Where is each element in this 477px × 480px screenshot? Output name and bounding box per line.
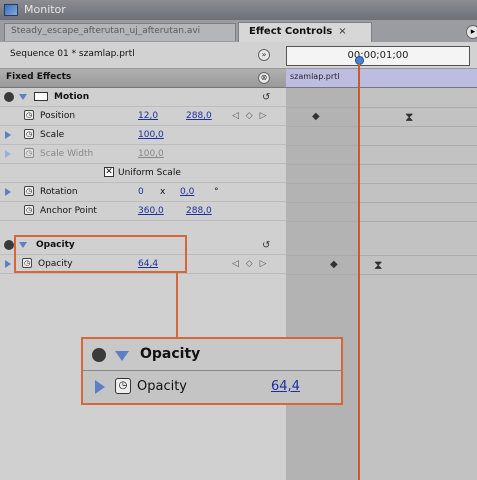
- scale-width-value: 100,0: [138, 149, 164, 159]
- rotation-turns-value[interactable]: 0: [138, 187, 144, 197]
- position-y-value[interactable]: 288,0: [186, 111, 212, 121]
- row-divider: [286, 107, 477, 108]
- row-divider: [286, 221, 477, 222]
- fx-toggle-icon[interactable]: [4, 240, 14, 250]
- callout-title: Opacity: [140, 346, 201, 362]
- callout-param-label: Opacity: [137, 379, 188, 394]
- clip-bar[interactable]: szamlap.prtl: [286, 69, 477, 88]
- row-divider: [286, 202, 477, 203]
- time-ruler[interactable]: 00;00;01;00: [286, 46, 470, 66]
- disclosure-triangle-icon: [95, 380, 105, 394]
- keyframe-diamond-icon[interactable]: ◆: [312, 111, 320, 122]
- tab-effect-controls-label: Effect Controls: [249, 26, 333, 37]
- fx-toggle-icon[interactable]: [4, 92, 14, 102]
- disclosure-triangle-icon[interactable]: [5, 131, 11, 139]
- timecode-display: 00;00;01;00: [347, 50, 409, 61]
- row-divider: [286, 126, 477, 127]
- position-x-value[interactable]: 12,0: [138, 111, 158, 121]
- callout-param-value: 64,4: [271, 379, 300, 394]
- anchor-point-label: Anchor Point: [40, 206, 97, 216]
- opacity-callout: Opacity ◷ Opacity 64,4: [81, 337, 343, 405]
- callout-param-row: ◷ Opacity 64,4: [83, 371, 341, 403]
- position-label: Position: [40, 111, 76, 121]
- stopwatch-icon: ◷: [115, 378, 131, 394]
- fixed-effects-label: Fixed Effects: [6, 72, 72, 82]
- tab-strip: Steady_escape_afterutan_uj_afterutan.avi…: [0, 20, 477, 43]
- row-divider: [286, 183, 477, 184]
- scale-width-label: Scale Width: [40, 149, 94, 159]
- uniform-scale-row: ✕ Uniform Scale: [0, 164, 286, 183]
- keyframe-hourglass-icon[interactable]: ⧗: [374, 258, 382, 273]
- anchor-point-x-value[interactable]: 360,0: [138, 206, 164, 216]
- sequence-name: Sequence 01 * szamlap.prtl: [10, 49, 135, 59]
- keyframe-hourglass-icon[interactable]: ⧗: [405, 110, 413, 125]
- flyout-menu-icon[interactable]: ▸: [466, 25, 477, 39]
- tab-close-icon[interactable]: ×: [338, 26, 346, 37]
- disclosure-triangle-icon[interactable]: [5, 188, 11, 196]
- row-divider: [286, 164, 477, 165]
- playhead-line[interactable]: [358, 64, 360, 480]
- app-icon: [4, 4, 18, 16]
- anchor-point-row: ◷ Anchor Point 360,0 288,0: [0, 202, 286, 221]
- callout-effect-row: Opacity: [83, 339, 341, 371]
- keyframe-diamond-icon[interactable]: ◆: [330, 259, 338, 270]
- disclosure-triangle-icon: [115, 351, 129, 361]
- position-row: ◷ Position 12,0 288,0 ◁ ◇ ▷: [0, 107, 286, 126]
- reset-icon[interactable]: ↺: [262, 240, 270, 251]
- rotation-degree-unit: °: [214, 187, 219, 197]
- stopwatch-icon: ◷: [24, 148, 34, 158]
- scale-value[interactable]: 100,0: [138, 130, 164, 140]
- disclosure-triangle-icon: [5, 150, 11, 158]
- disclosure-triangle-icon[interactable]: [5, 260, 11, 268]
- tab-source-clip[interactable]: Steady_escape_afterutan_uj_afterutan.avi: [4, 23, 236, 41]
- motion-icon: [34, 92, 48, 101]
- rotation-label: Rotation: [40, 187, 78, 197]
- scale-label: Scale: [40, 130, 65, 140]
- reset-icon[interactable]: ↺: [262, 92, 270, 103]
- fx-toggle-icon: [92, 348, 106, 362]
- rotation-times: x: [160, 187, 166, 197]
- motion-effect-row[interactable]: Motion ↺: [0, 88, 286, 107]
- uniform-scale-checkbox[interactable]: ✕: [104, 167, 114, 177]
- tab-effect-controls[interactable]: Effect Controls ×: [238, 22, 372, 42]
- fixed-effects-header: Fixed Effects ⊗: [0, 69, 286, 88]
- stopwatch-icon[interactable]: ◷: [24, 205, 34, 215]
- disclosure-triangle-icon[interactable]: [19, 94, 27, 100]
- scale-width-row: ◷ Scale Width 100,0: [0, 145, 286, 164]
- opacity-highlight-box: [14, 235, 187, 273]
- callout-connector: [176, 272, 178, 337]
- work-area-band: [286, 88, 358, 480]
- row-divider: [286, 274, 477, 275]
- effect-controls-window: Monitor Steady_escape_afterutan_uj_after…: [0, 0, 477, 480]
- clip-name: szamlap.prtl: [290, 72, 340, 81]
- anchor-point-y-value[interactable]: 288,0: [186, 206, 212, 216]
- clear-icon[interactable]: ⊗: [258, 72, 270, 84]
- stopwatch-icon[interactable]: ◷: [24, 129, 34, 139]
- row-divider: [286, 255, 477, 256]
- keyframe-nav-icon[interactable]: ◁ ◇ ▷: [232, 259, 269, 269]
- rotation-row: ◷ Rotation 0 x 0,0 °: [0, 183, 286, 202]
- timeline-area[interactable]: [286, 88, 477, 480]
- row-divider: [286, 145, 477, 146]
- stopwatch-icon[interactable]: ◷: [24, 110, 34, 120]
- scale-row: ◷ Scale 100,0: [0, 126, 286, 145]
- effect-controls-list: Motion ↺ ◷ Position 12,0 288,0 ◁ ◇ ▷ ◷ S…: [0, 88, 286, 480]
- show-hide-timeline-icon[interactable]: »: [258, 49, 270, 61]
- window-title: Monitor: [24, 3, 66, 16]
- rotation-degrees-value[interactable]: 0,0: [180, 187, 194, 197]
- motion-title: Motion: [54, 92, 90, 102]
- uniform-scale-label: Uniform Scale: [118, 168, 181, 178]
- window-title-bar: Monitor: [0, 0, 477, 20]
- keyframe-nav-icon[interactable]: ◁ ◇ ▷: [232, 111, 269, 121]
- stopwatch-icon[interactable]: ◷: [24, 186, 34, 196]
